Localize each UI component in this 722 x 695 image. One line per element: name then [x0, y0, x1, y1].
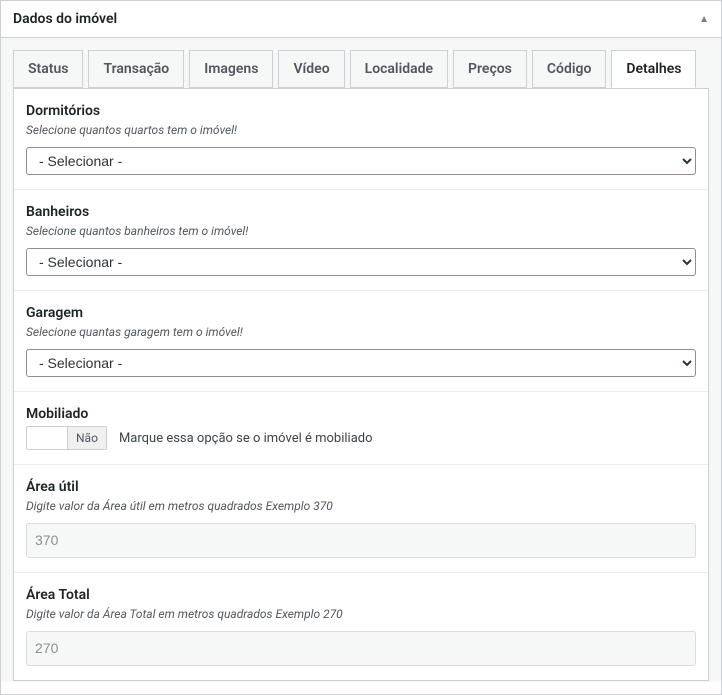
- field-label: Banheiros: [26, 204, 696, 220]
- banheiros-select[interactable]: - Selecionar -: [26, 248, 696, 276]
- collapse-toggle-icon[interactable]: ▲: [687, 14, 721, 25]
- field-dormitorios: Dormitórios Selecione quantos quartos te…: [14, 89, 708, 190]
- field-area-util: Área útil Digite valor da Área útil em m…: [14, 465, 708, 573]
- tabs-wrap: Status Transação Imagens Vídeo Localidad…: [1, 38, 721, 89]
- metabox-inside: Status Transação Imagens Vídeo Localidad…: [1, 38, 721, 682]
- area-total-input[interactable]: [26, 631, 696, 666]
- field-label: Área útil: [26, 479, 696, 495]
- field-banheiros: Banheiros Selecione quantos banheiros te…: [14, 190, 708, 291]
- switch-track: [27, 427, 67, 449]
- field-description: Digite valor da Área Total em metros qua…: [26, 607, 696, 621]
- switch-row: Não Marque essa opção se o imóvel é mobi…: [26, 426, 696, 450]
- tab-transacao[interactable]: Transação: [88, 50, 184, 88]
- field-mobiliado: Mobiliado Não Marque essa opção se o imó…: [14, 392, 708, 465]
- property-data-metabox: Dados do imóvel ▲ Status Transação Image…: [0, 0, 722, 695]
- tab-precos[interactable]: Preços: [453, 50, 527, 88]
- field-description: Digite valor da Área útil em metros quad…: [26, 499, 696, 513]
- metabox-title: Dados do imóvel: [1, 1, 129, 37]
- field-label: Garagem: [26, 305, 696, 321]
- area-util-input[interactable]: [26, 523, 696, 558]
- field-label: Área Total: [26, 587, 696, 603]
- field-label: Dormitórios: [26, 103, 696, 119]
- tab-video[interactable]: Vídeo: [278, 50, 344, 88]
- tabs-list: Status Transação Imagens Vídeo Localidad…: [13, 50, 709, 88]
- dormitorios-select[interactable]: - Selecionar -: [26, 147, 696, 175]
- tab-imagens[interactable]: Imagens: [189, 50, 273, 88]
- field-description: Selecione quantas garagem tem o imóvel!: [26, 325, 696, 339]
- field-description: Selecione quantos quartos tem o imóvel!: [26, 123, 696, 137]
- metabox-header: Dados do imóvel ▲: [1, 1, 721, 38]
- switch-hint: Marque essa opção se o imóvel é mobiliad…: [119, 431, 373, 446]
- mobiliado-toggle[interactable]: Não: [26, 426, 107, 450]
- field-area-total: Área Total Digite valor da Área Total em…: [14, 573, 708, 680]
- tab-localidade[interactable]: Localidade: [350, 50, 448, 88]
- field-description: Selecione quantos banheiros tem o imóvel…: [26, 224, 696, 238]
- field-label: Mobiliado: [26, 406, 696, 422]
- field-garagem: Garagem Selecione quantas garagem tem o …: [14, 291, 708, 392]
- tab-status[interactable]: Status: [13, 50, 83, 88]
- tab-panel-detalhes: Dormitórios Selecione quantos quartos te…: [13, 88, 709, 681]
- garagem-select[interactable]: - Selecionar -: [26, 349, 696, 377]
- tab-codigo[interactable]: Código: [532, 50, 606, 88]
- tab-detalhes[interactable]: Detalhes: [611, 50, 696, 88]
- switch-state-label: Não: [67, 427, 106, 449]
